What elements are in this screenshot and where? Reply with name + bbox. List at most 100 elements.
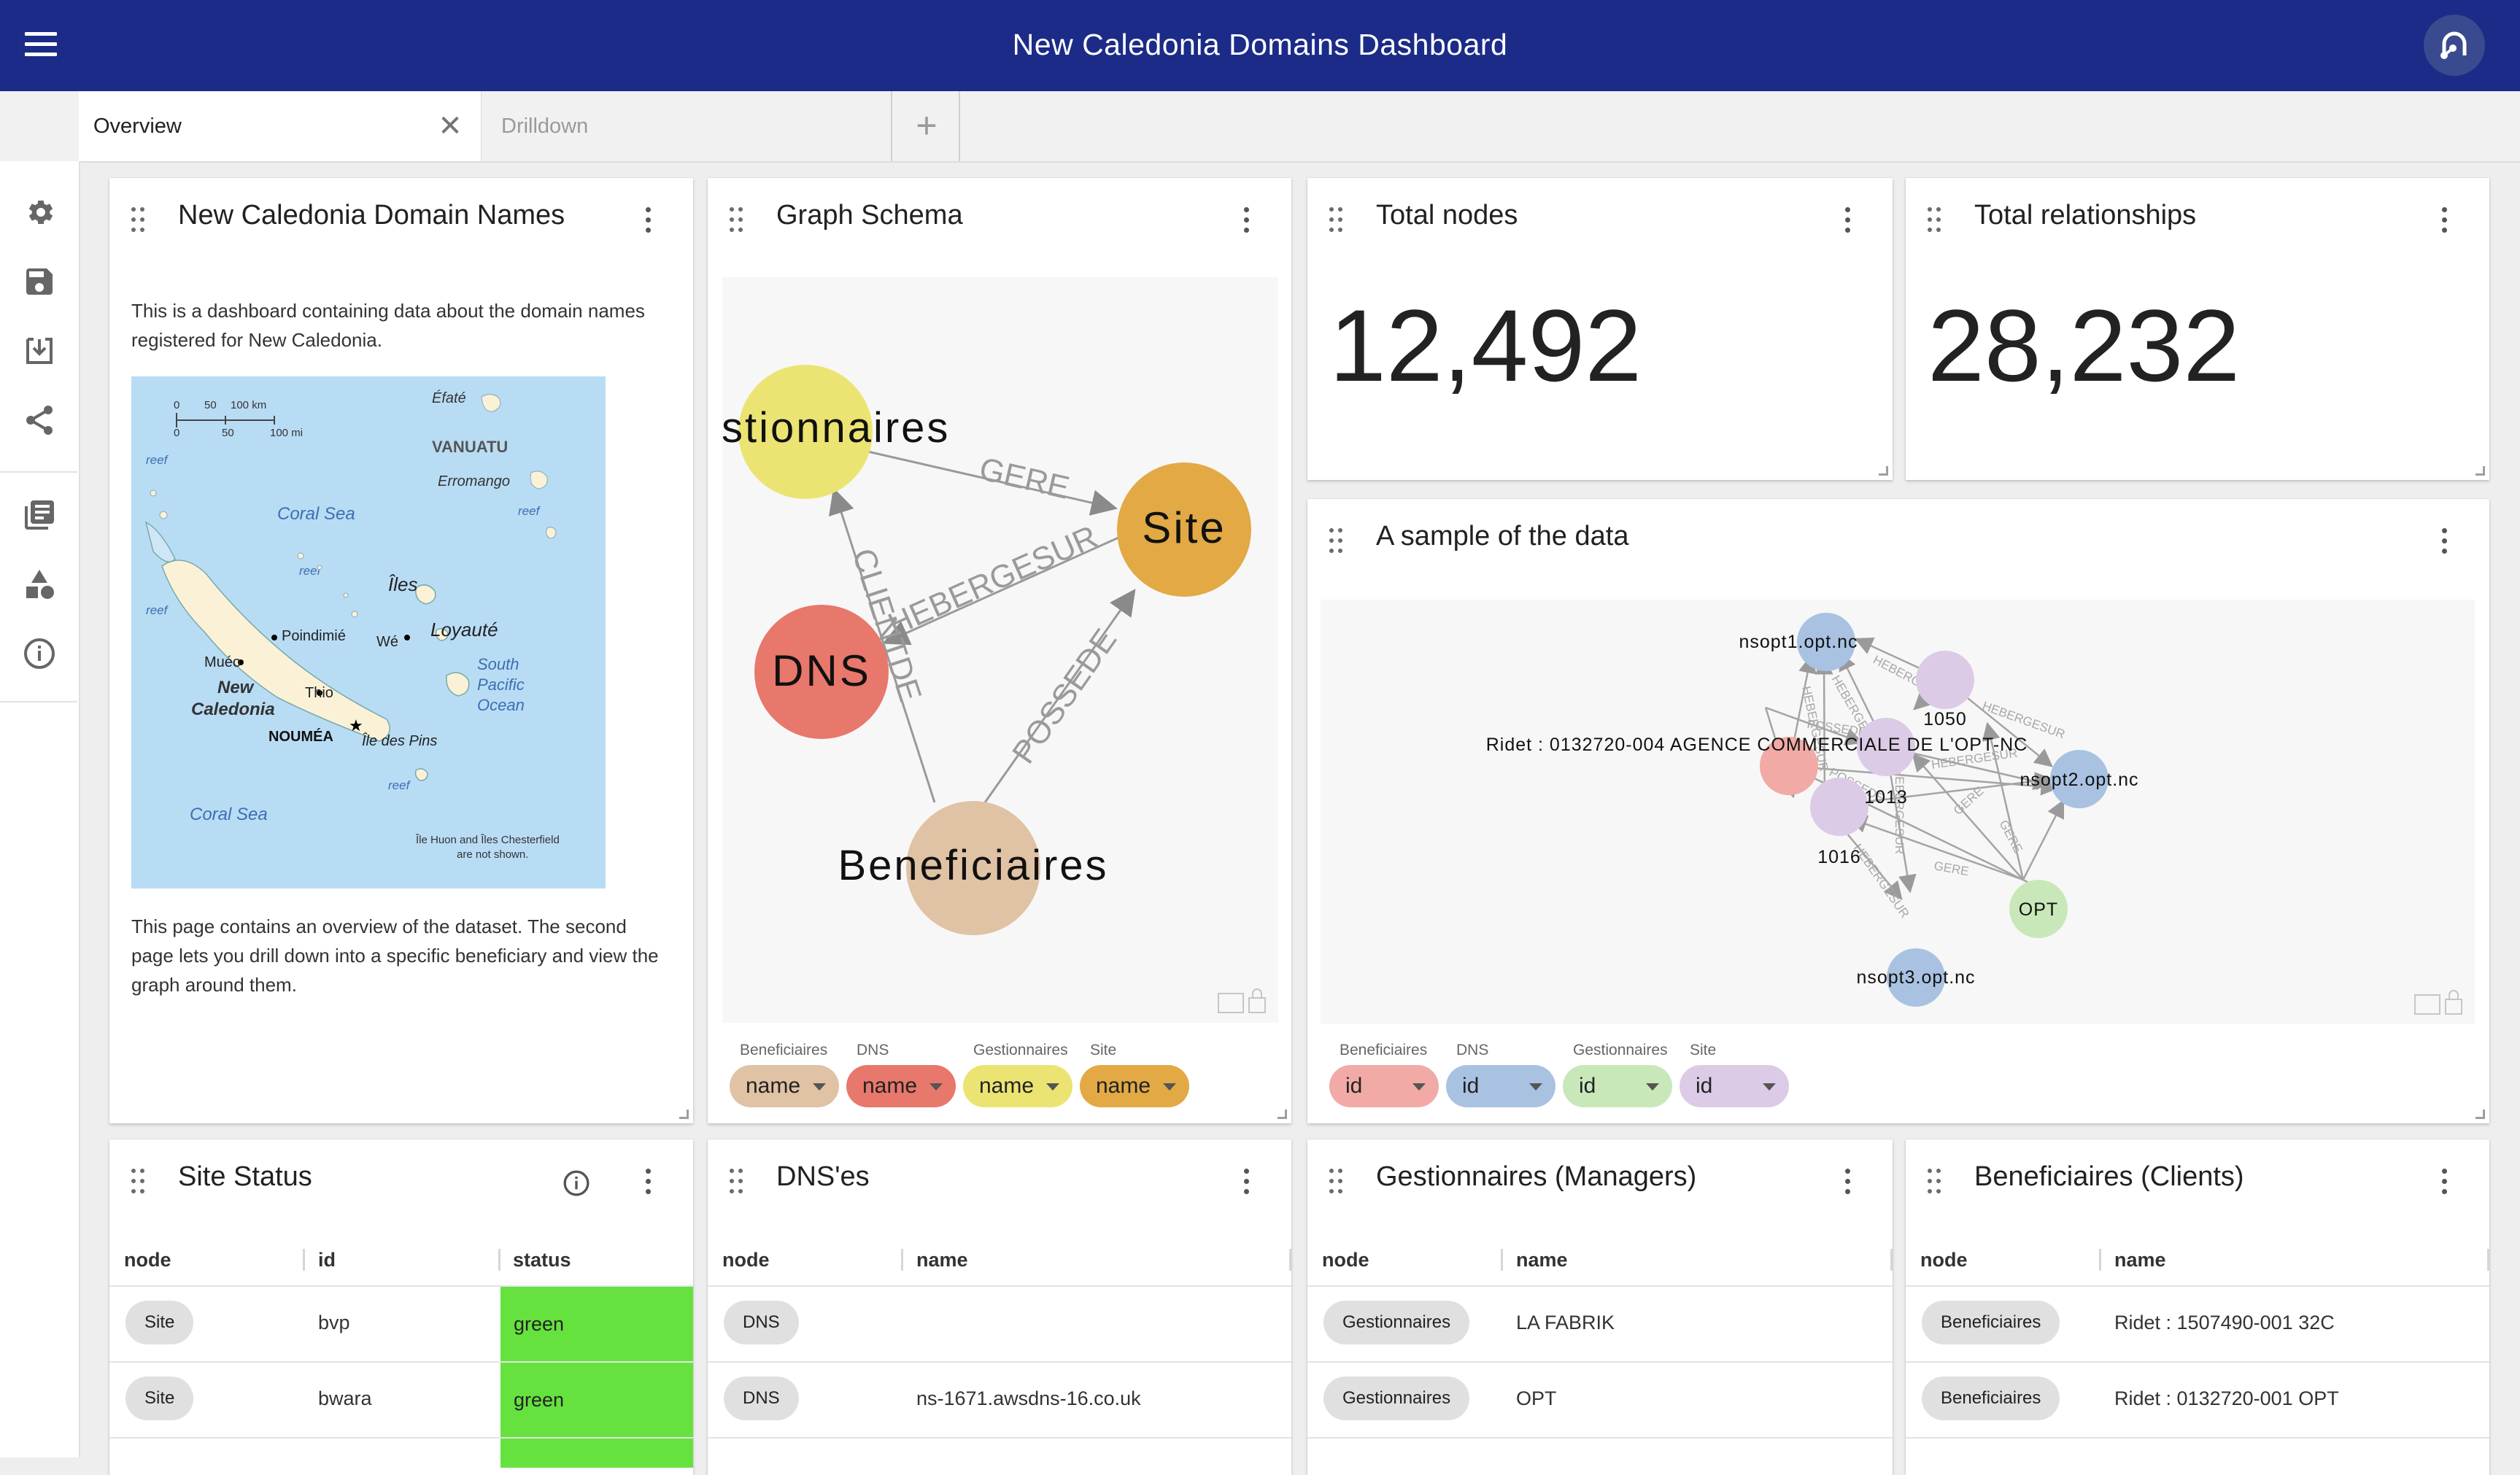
map-label-coral-sea: Coral Sea	[277, 504, 355, 524]
lock-icon[interactable]	[2445, 999, 2462, 1015]
info-icon[interactable]	[562, 1169, 591, 1198]
node-chip[interactable]: Beneficiaires	[1922, 1301, 2060, 1344]
share-icon[interactable]	[22, 403, 57, 438]
property-select[interactable]: id	[1446, 1065, 1555, 1107]
close-icon[interactable]: ✕	[437, 112, 463, 141]
download-icon[interactable]	[22, 333, 57, 368]
property-select[interactable]: name	[1080, 1065, 1189, 1107]
drag-handle-icon[interactable]	[1329, 207, 1345, 233]
column-header[interactable]: node	[124, 1249, 171, 1271]
map-label-we: Wé	[376, 634, 398, 650]
column-header[interactable]: name	[2114, 1249, 2166, 1271]
sidebar-divider	[0, 471, 77, 473]
node-1016[interactable]	[1810, 778, 1868, 836]
map-label-loyaute: Loyauté	[430, 619, 498, 640]
column-header[interactable]: node	[1322, 1249, 1369, 1271]
more-vert-icon[interactable]	[642, 1169, 654, 1196]
edge-label-gere: GERE	[976, 451, 1073, 506]
connection-button[interactable]	[2424, 15, 2485, 76]
column-separator[interactable]	[1890, 1249, 1893, 1271]
tab-overview[interactable]: Overview ✕	[79, 91, 482, 161]
scale-label: 100 km	[231, 399, 266, 411]
drag-handle-icon[interactable]	[1928, 207, 1944, 233]
more-vert-icon[interactable]	[1841, 1169, 1853, 1196]
property-select[interactable]: name	[846, 1065, 956, 1107]
add-page-icon[interactable]: +	[894, 91, 960, 161]
more-vert-icon[interactable]	[2438, 1169, 2450, 1196]
outro-text: This page contains an overview of the da…	[131, 915, 659, 996]
row-divider	[708, 1437, 1291, 1439]
column-separator[interactable]	[2099, 1249, 2101, 1271]
node-1050[interactable]	[1916, 651, 1974, 709]
column-separator[interactable]	[901, 1249, 903, 1271]
resize-handle[interactable]	[1879, 466, 1888, 476]
column-separator[interactable]	[1501, 1249, 1503, 1271]
drag-handle-icon[interactable]	[1329, 1169, 1345, 1195]
map-label-poindimie: Poindimié	[282, 628, 346, 644]
row-divider	[1307, 1437, 1893, 1439]
table-cell: Ridet : 1507490-001 32C	[2114, 1312, 2335, 1333]
connection-icon	[2440, 31, 2467, 59]
property-select[interactable]: id	[1680, 1065, 1789, 1107]
node-chip[interactable]: DNS	[724, 1377, 799, 1420]
column-separator[interactable]	[1289, 1249, 1291, 1271]
more-vert-icon[interactable]	[642, 207, 654, 235]
scale-label: 100 mi	[270, 427, 303, 439]
lock-icon[interactable]	[1248, 997, 1266, 1013]
more-vert-icon[interactable]	[1240, 1169, 1252, 1196]
resize-handle[interactable]	[1278, 1110, 1287, 1119]
drag-handle-icon[interactable]	[1928, 1169, 1944, 1195]
more-vert-icon[interactable]	[2438, 528, 2450, 556]
property-select[interactable]: id	[1329, 1065, 1439, 1107]
node-chip[interactable]: Site	[125, 1301, 194, 1344]
more-vert-icon[interactable]	[1841, 207, 1853, 235]
schema-graph[interactable]: GERE HEBERGESUR CLIENTDE POSSEDE Gestion…	[708, 277, 1278, 1023]
sample-graph[interactable]: HEBERGESUR HEBERGESUR HEBERGESUR HEBERGE…	[1321, 600, 2475, 1024]
drag-handle-icon[interactable]	[131, 207, 147, 233]
column-separator[interactable]	[303, 1249, 305, 1271]
gear-icon[interactable]	[22, 195, 57, 230]
row-divider	[1307, 1361, 1893, 1363]
legend-label: Gestionnaires	[1573, 1042, 1668, 1058]
map-label-efate: Éfaté	[432, 390, 466, 406]
column-header[interactable]: node	[722, 1249, 770, 1271]
more-vert-icon[interactable]	[1240, 207, 1252, 235]
column-separator[interactable]	[2487, 1249, 2489, 1271]
drag-handle-icon[interactable]	[131, 1169, 147, 1195]
drag-handle-icon[interactable]	[730, 1169, 746, 1195]
property-select-value: name	[862, 1074, 918, 1098]
node-chip[interactable]: Site	[125, 1377, 194, 1420]
column-header[interactable]: node	[1920, 1249, 1968, 1271]
info-icon[interactable]	[22, 636, 57, 671]
node-chip[interactable]: Gestionnaires	[1323, 1377, 1470, 1420]
column-header[interactable]: status	[513, 1249, 571, 1271]
card-beneficiaires: Beneficiaires (Clients) node name Benefi…	[1906, 1139, 2489, 1475]
status-cell: green	[500, 1363, 693, 1437]
legend-label: Site	[1090, 1042, 1117, 1058]
column-header[interactable]: id	[318, 1249, 336, 1271]
more-vert-icon[interactable]	[2438, 207, 2450, 235]
legend-label: Beneficiaires	[740, 1042, 828, 1058]
table-cell: bwara	[318, 1387, 372, 1409]
column-separator[interactable]	[498, 1249, 500, 1271]
property-select[interactable]: name	[963, 1065, 1072, 1107]
shapes-icon[interactable]	[22, 567, 57, 602]
resize-handle[interactable]	[2475, 466, 2485, 476]
drag-handle-icon[interactable]	[730, 207, 746, 233]
row-divider	[708, 1361, 1291, 1363]
drag-handle-icon[interactable]	[1329, 528, 1345, 554]
node-chip[interactable]: DNS	[724, 1301, 799, 1344]
column-header[interactable]: name	[1516, 1249, 1568, 1271]
property-select[interactable]: name	[730, 1065, 839, 1107]
resize-handle[interactable]	[679, 1110, 689, 1119]
node-chip[interactable]: Gestionnaires	[1323, 1301, 1470, 1344]
node-chip[interactable]: Beneficiaires	[1922, 1377, 2060, 1420]
tab-drilldown[interactable]: Drilldown	[487, 91, 892, 161]
fit-screen-icon[interactable]	[2414, 994, 2440, 1015]
fit-screen-icon[interactable]	[1218, 993, 1244, 1013]
save-icon[interactable]	[22, 264, 57, 299]
column-header[interactable]: name	[916, 1249, 968, 1271]
property-select[interactable]: id	[1563, 1065, 1672, 1107]
library-icon[interactable]	[22, 498, 57, 533]
resize-handle[interactable]	[2475, 1110, 2485, 1119]
